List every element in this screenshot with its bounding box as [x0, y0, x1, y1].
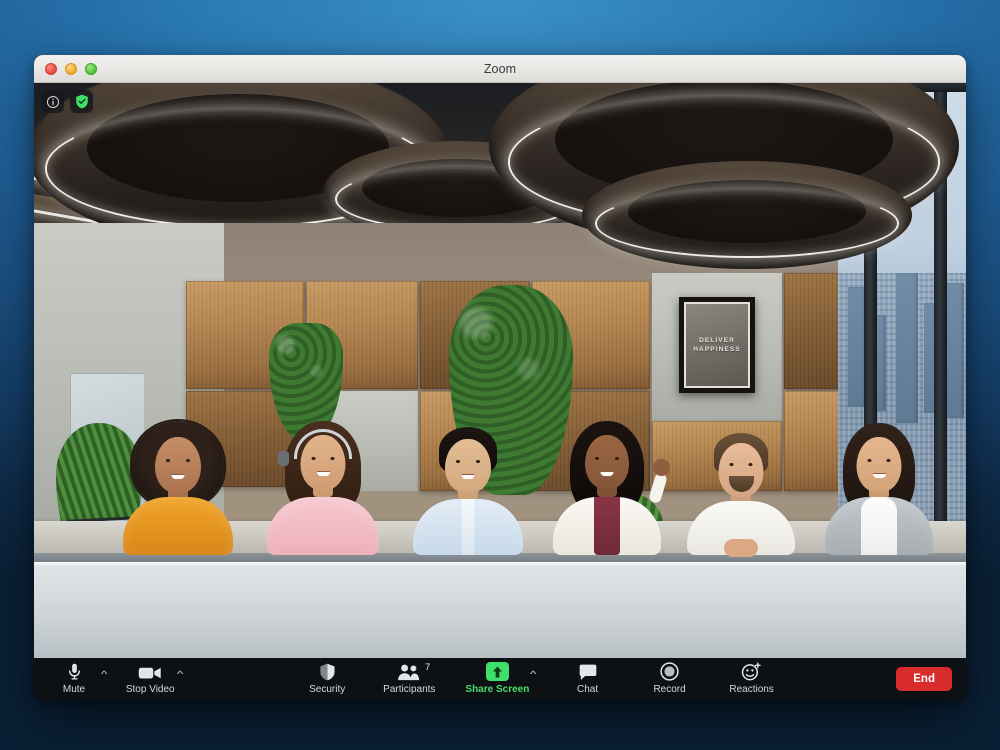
share-screen-icon-box	[485, 662, 509, 681]
video-options-chevron-icon[interactable]: ^	[177, 669, 183, 679]
video-stage[interactable]: DELIVER HAPPINESS	[34, 83, 966, 658]
maximize-window-button[interactable]	[85, 62, 97, 75]
minimize-window-button[interactable]	[65, 62, 77, 75]
video-camera-icon	[139, 667, 161, 679]
participant-video-6	[824, 423, 934, 555]
info-icon	[46, 95, 59, 108]
record-button[interactable]: Record	[644, 662, 696, 695]
meeting-info-button[interactable]	[41, 90, 64, 113]
chat-label: Chat	[577, 684, 599, 695]
participant-video-1	[122, 421, 234, 555]
people-icon	[398, 664, 420, 681]
participant-video-5	[686, 429, 796, 557]
participant-video-4	[552, 421, 670, 555]
mute-label: Mute	[62, 684, 86, 695]
participants-button[interactable]: 7 Participants	[383, 662, 436, 695]
encryption-status-button[interactable]	[70, 90, 93, 113]
zoom-window: Zoom DELIVER HAPPINESS Mute ^ Stop Video…	[34, 55, 966, 700]
microphone-icon	[68, 663, 80, 680]
meeting-status-overlay	[41, 90, 93, 113]
participant-count-badge: 7	[424, 662, 431, 673]
pendant-ring-light	[582, 161, 912, 269]
window-traffic-lights	[45, 62, 97, 75]
meeting-video-feed: DELIVER HAPPINESS	[34, 83, 966, 658]
share-screen-group: Share Screen ^	[465, 662, 537, 695]
reactions-button[interactable]: Reactions	[726, 662, 778, 695]
video-group: Stop Video ^	[124, 663, 184, 695]
clasped-hands	[724, 539, 758, 557]
reactions-label: Reactions	[729, 684, 774, 695]
smiley-plus-icon	[741, 662, 761, 681]
window-title: Zoom	[483, 61, 517, 76]
security-button[interactable]: Security	[301, 663, 353, 695]
mute-button[interactable]: Mute	[48, 663, 100, 695]
security-label: Security	[309, 684, 346, 695]
stop-video-button[interactable]: Stop Video	[124, 663, 176, 695]
poster-line-1: DELIVER	[699, 337, 735, 344]
stop-video-label: Stop Video	[125, 684, 175, 695]
city-building	[896, 273, 918, 423]
audio-options-chevron-icon[interactable]: ^	[101, 669, 107, 679]
share-arrow-icon	[492, 665, 502, 678]
meeting-toolbar: Mute ^ Stop Video ^ Security 7 Participa…	[34, 658, 966, 700]
record-circle-icon	[660, 662, 679, 681]
close-window-button[interactable]	[45, 62, 57, 75]
participants-label: Participants	[383, 684, 436, 695]
participant-video-3	[412, 425, 524, 555]
city-building	[944, 283, 964, 418]
record-label: Record	[653, 684, 686, 695]
conference-table-front	[34, 562, 966, 658]
share-screen-label: Share Screen	[465, 684, 530, 695]
window-titlebar: Zoom	[34, 55, 966, 83]
share-screen-button[interactable]: Share Screen	[465, 662, 530, 695]
end-meeting-button[interactable]: End	[896, 667, 952, 691]
share-options-chevron-icon[interactable]: ^	[530, 669, 536, 679]
shield-check-icon	[75, 94, 88, 109]
chat-bubble-icon	[579, 664, 596, 680]
participant-video-2	[266, 421, 380, 555]
raised-hand	[653, 459, 670, 476]
wall-poster: DELIVER HAPPINESS	[679, 297, 755, 393]
poster-line-2: HAPPINESS	[693, 346, 741, 353]
mute-group: Mute ^	[48, 663, 107, 695]
chat-button[interactable]: Chat	[562, 663, 614, 695]
shield-icon	[320, 663, 335, 681]
